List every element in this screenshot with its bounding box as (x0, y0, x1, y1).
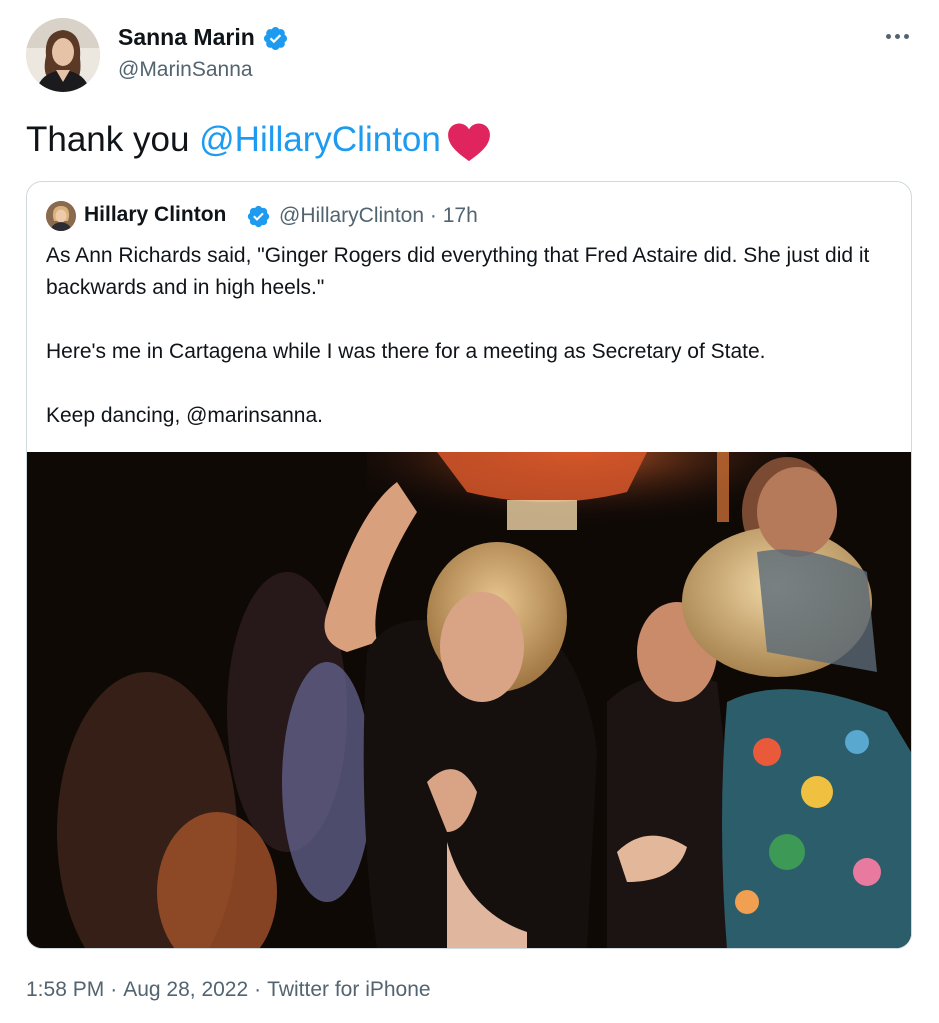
verified-badge-icon (247, 205, 270, 228)
quoted-last-line-mention[interactable]: @marinsanna (186, 404, 317, 427)
avatar-photo (26, 18, 100, 92)
tweet-time[interactable]: 1:58 PM (26, 978, 104, 1001)
mention-link[interactable]: @HillaryClinton (199, 120, 441, 159)
tweet-timestamp: 1:58 PM · Aug 28, 2022 · Twitter for iPhone (26, 978, 431, 1002)
author-handle[interactable]: @MarinSanna (118, 58, 253, 82)
author-avatar[interactable] (26, 18, 100, 92)
footer-separator: · (110, 978, 118, 1001)
quoted-avatar-photo (46, 201, 76, 231)
red-heart-icon (447, 123, 490, 161)
quoted-last-line-text: Keep dancing, (46, 404, 187, 427)
meta-separator: · (429, 204, 437, 227)
quoted-paragraph: As Ann Richards said, "Ginger Rogers did… (46, 244, 870, 299)
quoted-author-name[interactable]: Hillary Clinton (84, 203, 226, 227)
quoted-time[interactable]: 17h (443, 204, 478, 227)
quoted-author-avatar[interactable] (46, 201, 76, 231)
quoted-tweet-card[interactable]: Hillary Clinton @HillaryClinton · 17h As… (26, 181, 912, 949)
quoted-author-handle[interactable]: @HillaryClinton (279, 204, 424, 227)
tweet: Sanna Marin @MarinSanna Thank you @Hilla… (0, 0, 939, 1023)
tweet-text: Thank you @HillaryClinton (26, 116, 491, 164)
footer-separator: · (254, 978, 262, 1001)
tweet-date[interactable]: Aug 28, 2022 (123, 978, 248, 1001)
tweet-source[interactable]: Twitter for iPhone (267, 978, 430, 1001)
more-dot (885, 33, 891, 39)
more-dot (903, 33, 909, 39)
quoted-paragraph: Keep dancing, @marinsanna. (46, 400, 896, 432)
quoted-paragraph: Here's me in Cartagena while I was there… (46, 340, 766, 363)
quoted-last-line-suffix: . (317, 404, 323, 427)
verified-badge-icon (263, 26, 288, 51)
tweet-text-body: Thank you (26, 120, 200, 159)
dancing-photo-image (27, 452, 911, 948)
quoted-author-meta: @HillaryClinton · 17h (279, 204, 478, 228)
more-options-button[interactable] (880, 26, 914, 46)
quoted-tweet-photo[interactable] (27, 452, 911, 948)
quoted-tweet-text: As Ann Richards said, "Ginger Rogers did… (46, 240, 896, 432)
more-dot (894, 33, 900, 39)
author-name[interactable]: Sanna Marin (118, 24, 255, 51)
